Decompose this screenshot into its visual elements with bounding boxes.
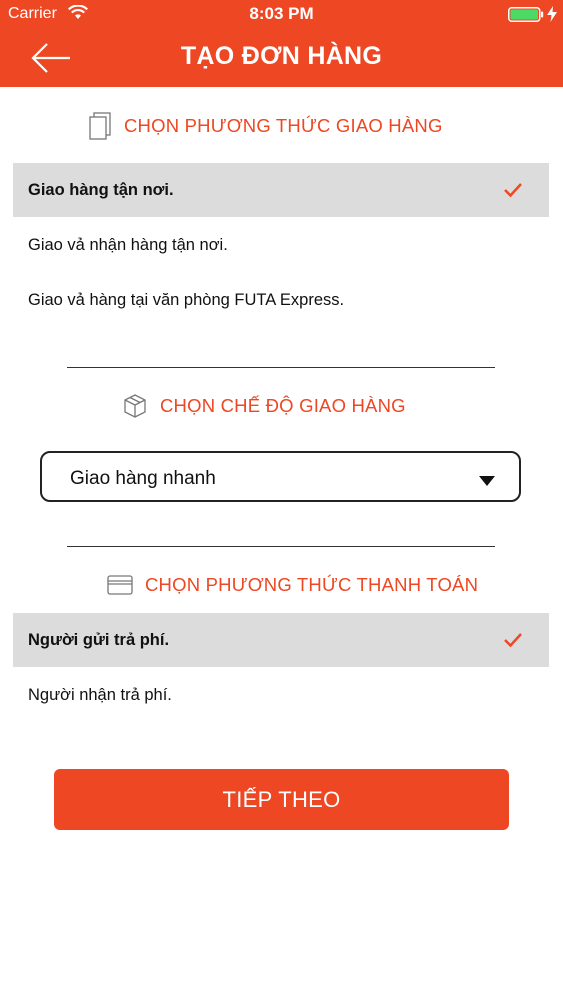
option-label: Người gửi trả phí. <box>28 631 170 649</box>
checkmark-icon <box>503 632 523 653</box>
delivery-option-office[interactable]: Giao vả hàng tại văn phòng FUTA Express. <box>28 291 344 310</box>
charging-icon <box>547 6 557 27</box>
section-divider <box>67 367 495 368</box>
payment-method-heading: CHỌN PHƯƠNG THỨC THANH TOÁN <box>107 574 478 596</box>
status-bar: Carrier 8:03 PM <box>0 0 563 28</box>
page-title: TẠO ĐƠN HÀNG <box>180 42 383 70</box>
status-time: 8:03 PM <box>249 4 314 23</box>
next-button[interactable]: TIẾP THEO <box>54 769 509 830</box>
delivery-mode-select[interactable]: Giao hàng nhanh <box>40 451 521 502</box>
checkmark-icon <box>503 182 523 203</box>
payment-option-receiver-pays[interactable]: Người nhận trả phí. <box>28 686 172 705</box>
delivery-mode-selected-value: Giao hàng nhanh <box>70 468 216 489</box>
delivery-option-pickup-and-deliver[interactable]: Giao vả nhận hàng tận nơi. <box>28 236 228 255</box>
payment-method-heading-label: CHỌN PHƯƠNG THỨC THANH TOÁN <box>145 574 479 595</box>
delivery-mode-heading-label: CHỌN CHẾ ĐỘ GIAO HÀNG <box>160 395 406 416</box>
delivery-method-heading-label: CHỌN PHƯƠNG THỨC GIAO HÀNG <box>124 115 443 136</box>
card-icon <box>107 575 133 595</box>
package-icon <box>122 393 148 419</box>
document-icon <box>88 112 112 140</box>
header-bar: Carrier 8:03 PM TẠO ĐƠN HÀNG <box>0 0 563 87</box>
payment-option-sender-pays[interactable]: Người gửi trả phí. <box>13 613 549 667</box>
battery-icon <box>508 7 544 27</box>
option-label: Giao hàng tận nơi. <box>28 181 174 199</box>
chevron-down-icon <box>479 473 495 491</box>
delivery-method-heading: CHỌN PHƯƠNG THỨC GIAO HÀNG <box>88 112 443 140</box>
delivery-mode-heading: CHỌN CHẾ ĐỘ GIAO HÀNG <box>122 393 406 419</box>
section-divider <box>67 546 495 547</box>
delivery-option-door-to-door[interactable]: Giao hàng tận nơi. <box>13 163 549 217</box>
